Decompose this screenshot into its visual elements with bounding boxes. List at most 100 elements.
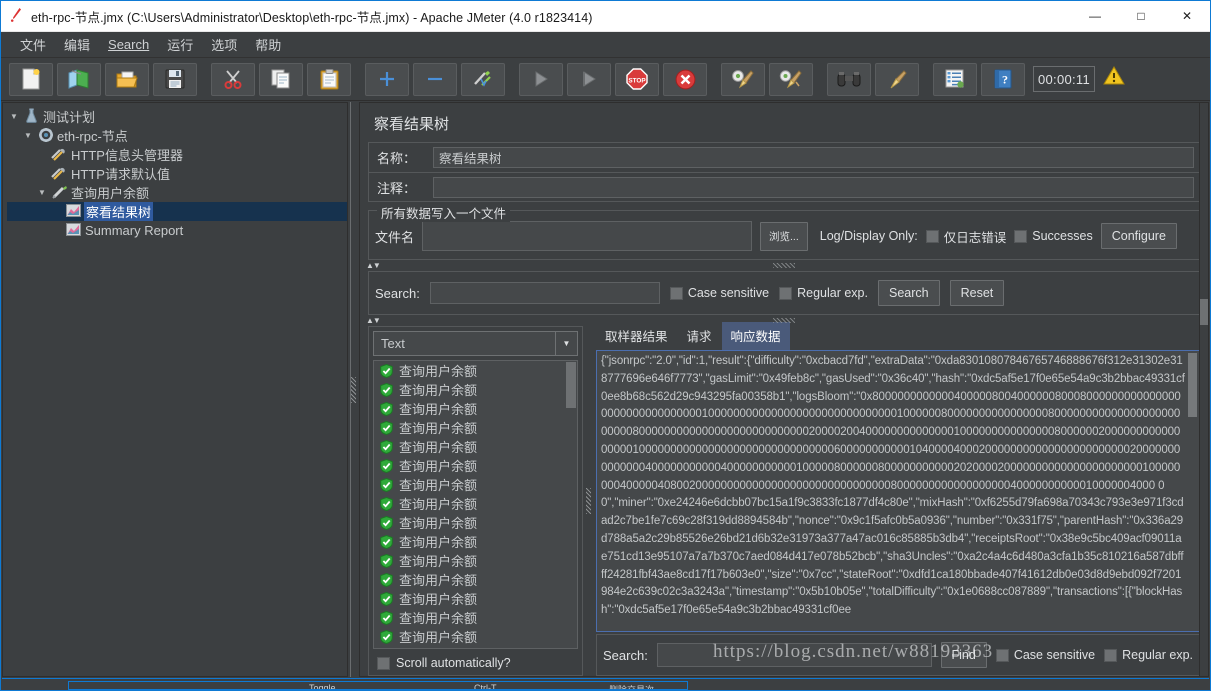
panel-vertical-scrollbar[interactable] xyxy=(1199,103,1208,676)
tree-splitter[interactable] xyxy=(348,102,359,677)
paste-button[interactable] xyxy=(307,62,351,96)
close-button[interactable]: ✕ xyxy=(1164,1,1210,32)
response-case-sensitive-checkbox[interactable] xyxy=(995,648,1009,662)
shutdown-button[interactable] xyxy=(663,62,707,96)
response-case-sensitive-wrap[interactable]: Case sensitive xyxy=(995,648,1095,662)
errors-checkbox-wrap[interactable]: 仅日志错误 xyxy=(925,227,1006,246)
collapse-all-button[interactable] xyxy=(413,62,457,96)
search-regex-checkbox[interactable] xyxy=(779,286,793,300)
tree-twisty-icon[interactable]: ▼ xyxy=(21,131,35,140)
list-item[interactable]: 查询用户余额 xyxy=(374,551,577,570)
expand-all-button[interactable] xyxy=(365,62,409,96)
split-arrows-icon[interactable]: ▲▼ xyxy=(366,316,381,325)
search-case-sensitive-wrap[interactable]: Case sensitive xyxy=(669,286,769,300)
context-menu-right-label[interactable]: 删除交易次 xyxy=(609,683,654,689)
menu-file[interactable]: 文件 xyxy=(11,33,55,56)
list-item[interactable]: 查询用户余额 xyxy=(374,513,577,532)
open-button[interactable] xyxy=(105,62,149,96)
tree-node-test-plan[interactable]: ▼ 测试计划 xyxy=(7,107,347,126)
reset-search-button[interactable] xyxy=(875,62,919,96)
menu-help[interactable]: 帮助 xyxy=(246,33,290,56)
clear-all-button[interactable] xyxy=(769,62,813,96)
menu-search[interactable]: Search xyxy=(99,35,158,54)
tree-node-summary-report[interactable]: Summary Report xyxy=(7,221,347,240)
tab-sampler-result[interactable]: 取样器结果 xyxy=(596,322,677,350)
search-regex-wrap[interactable]: Regular exp. xyxy=(779,286,868,300)
warning-triangle-icon[interactable] xyxy=(1101,66,1127,92)
clear-button[interactable] xyxy=(721,62,765,96)
filename-input[interactable] xyxy=(422,221,753,251)
list-item[interactable]: 查询用户余额 xyxy=(374,494,577,513)
lower-split-handle[interactable]: ▲▼ xyxy=(360,315,1208,326)
list-item[interactable]: 查询用户余额 xyxy=(374,570,577,589)
response-data-view[interactable]: {"jsonrpc":"2.0","id":1,"result":{"diffi… xyxy=(596,350,1200,632)
results-inner-splitter[interactable] xyxy=(583,326,594,676)
tree-node-http-defaults[interactable]: HTTP请求默认值 xyxy=(7,164,347,183)
list-item[interactable]: 查询用户余额 xyxy=(374,418,577,437)
scroll-automatically-wrap[interactable]: Scroll automatically? xyxy=(369,651,582,675)
find-button[interactable]: Find xyxy=(940,642,987,668)
results-list-scrollbar[interactable] xyxy=(566,362,576,408)
maximize-button[interactable]: □ xyxy=(1118,1,1164,32)
cut-button[interactable] xyxy=(211,62,255,96)
scrollbar-thumb[interactable] xyxy=(1200,299,1208,325)
chevron-down-icon[interactable]: ▼ xyxy=(555,332,577,355)
help-button[interactable]: ? xyxy=(981,62,1025,96)
menu-options[interactable]: 选项 xyxy=(202,33,246,56)
response-search-input[interactable] xyxy=(656,643,932,667)
comment-input[interactable] xyxy=(433,176,1194,198)
tree-twisty-icon[interactable]: ▼ xyxy=(35,188,49,197)
function-helper-button[interactable] xyxy=(933,62,977,96)
tree-twisty-icon[interactable]: ▼ xyxy=(7,112,21,121)
reset-button[interactable]: Reset xyxy=(949,280,1005,306)
new-button[interactable] xyxy=(9,62,53,96)
minimize-button[interactable]: — xyxy=(1072,1,1118,32)
successes-checkbox[interactable] xyxy=(1014,229,1028,243)
list-item[interactable]: 查询用户余额 xyxy=(374,399,577,418)
tree-node-header-manager[interactable]: HTTP信息头管理器 xyxy=(7,145,347,164)
list-item[interactable]: 查询用户余额 xyxy=(374,627,577,646)
tree-node-thread-group[interactable]: ▼ eth-rpc-节点 xyxy=(7,126,347,145)
start-button[interactable] xyxy=(519,62,563,96)
copy-button[interactable] xyxy=(259,62,303,96)
list-item[interactable]: 查询用户余额 xyxy=(374,361,577,380)
search-button[interactable] xyxy=(827,62,871,96)
render-type-combo[interactable]: Text ▼ xyxy=(373,331,578,356)
successes-checkbox-wrap[interactable]: Successes xyxy=(1014,229,1093,243)
save-button[interactable] xyxy=(153,62,197,96)
list-item[interactable]: 查询用户余额 xyxy=(374,437,577,456)
configure-button[interactable]: Configure xyxy=(1100,223,1177,249)
list-item[interactable]: 查询用户余额 xyxy=(374,475,577,494)
list-item[interactable]: 查询用户余额 xyxy=(374,532,577,551)
tab-request[interactable]: 请求 xyxy=(678,322,721,350)
list-item[interactable]: 查询用户余额 xyxy=(374,608,577,627)
scroll-automatically-checkbox[interactable] xyxy=(377,656,390,670)
templates-button[interactable] xyxy=(57,62,101,96)
list-item[interactable]: 查询用户余额 xyxy=(374,456,577,475)
browse-button[interactable]: 浏览... xyxy=(760,221,808,251)
search-case-sensitive-checkbox[interactable] xyxy=(669,286,683,300)
response-scrollbar[interactable] xyxy=(1188,353,1197,417)
list-item[interactable]: 查询用户余额 xyxy=(374,380,577,399)
menu-run[interactable]: 运行 xyxy=(158,33,202,56)
tab-response-data[interactable]: 响应数据 xyxy=(721,322,790,350)
response-regex-wrap[interactable]: Regular exp. xyxy=(1104,648,1193,662)
list-item[interactable]: 查询用户余额 xyxy=(374,589,577,608)
search-button[interactable]: Search xyxy=(877,280,940,306)
toggle-button[interactable] xyxy=(461,62,505,96)
list-item[interactable]: 查询用户余额 xyxy=(374,646,577,648)
tree-node-view-results-tree[interactable]: 察看结果树 xyxy=(7,202,347,221)
sample-result-list[interactable]: 查询用户余额 查询用户余额 查询用户余额 查询用户余额 查询用户余额 查询用户余… xyxy=(373,360,578,649)
upper-split-handle[interactable]: ▲▼ xyxy=(360,260,1208,271)
start-no-pauses-button[interactable] xyxy=(567,62,611,96)
stop-button[interactable]: STOP xyxy=(615,62,659,96)
context-menu-peek[interactable]: Toggle Ctrl-T 删除交易次 xyxy=(68,681,688,690)
search-input[interactable] xyxy=(429,282,660,304)
split-arrows-icon[interactable]: ▲▼ xyxy=(366,261,381,270)
errors-checkbox[interactable] xyxy=(925,229,939,243)
tree-node-http-sampler[interactable]: ▼ 查询用户余额 xyxy=(7,183,347,202)
context-menu-toggle-label[interactable]: Toggle xyxy=(309,683,336,689)
name-input[interactable]: 察看结果树 xyxy=(433,147,1194,168)
menu-edit[interactable]: 编辑 xyxy=(55,33,99,56)
response-regex-checkbox[interactable] xyxy=(1104,648,1118,662)
